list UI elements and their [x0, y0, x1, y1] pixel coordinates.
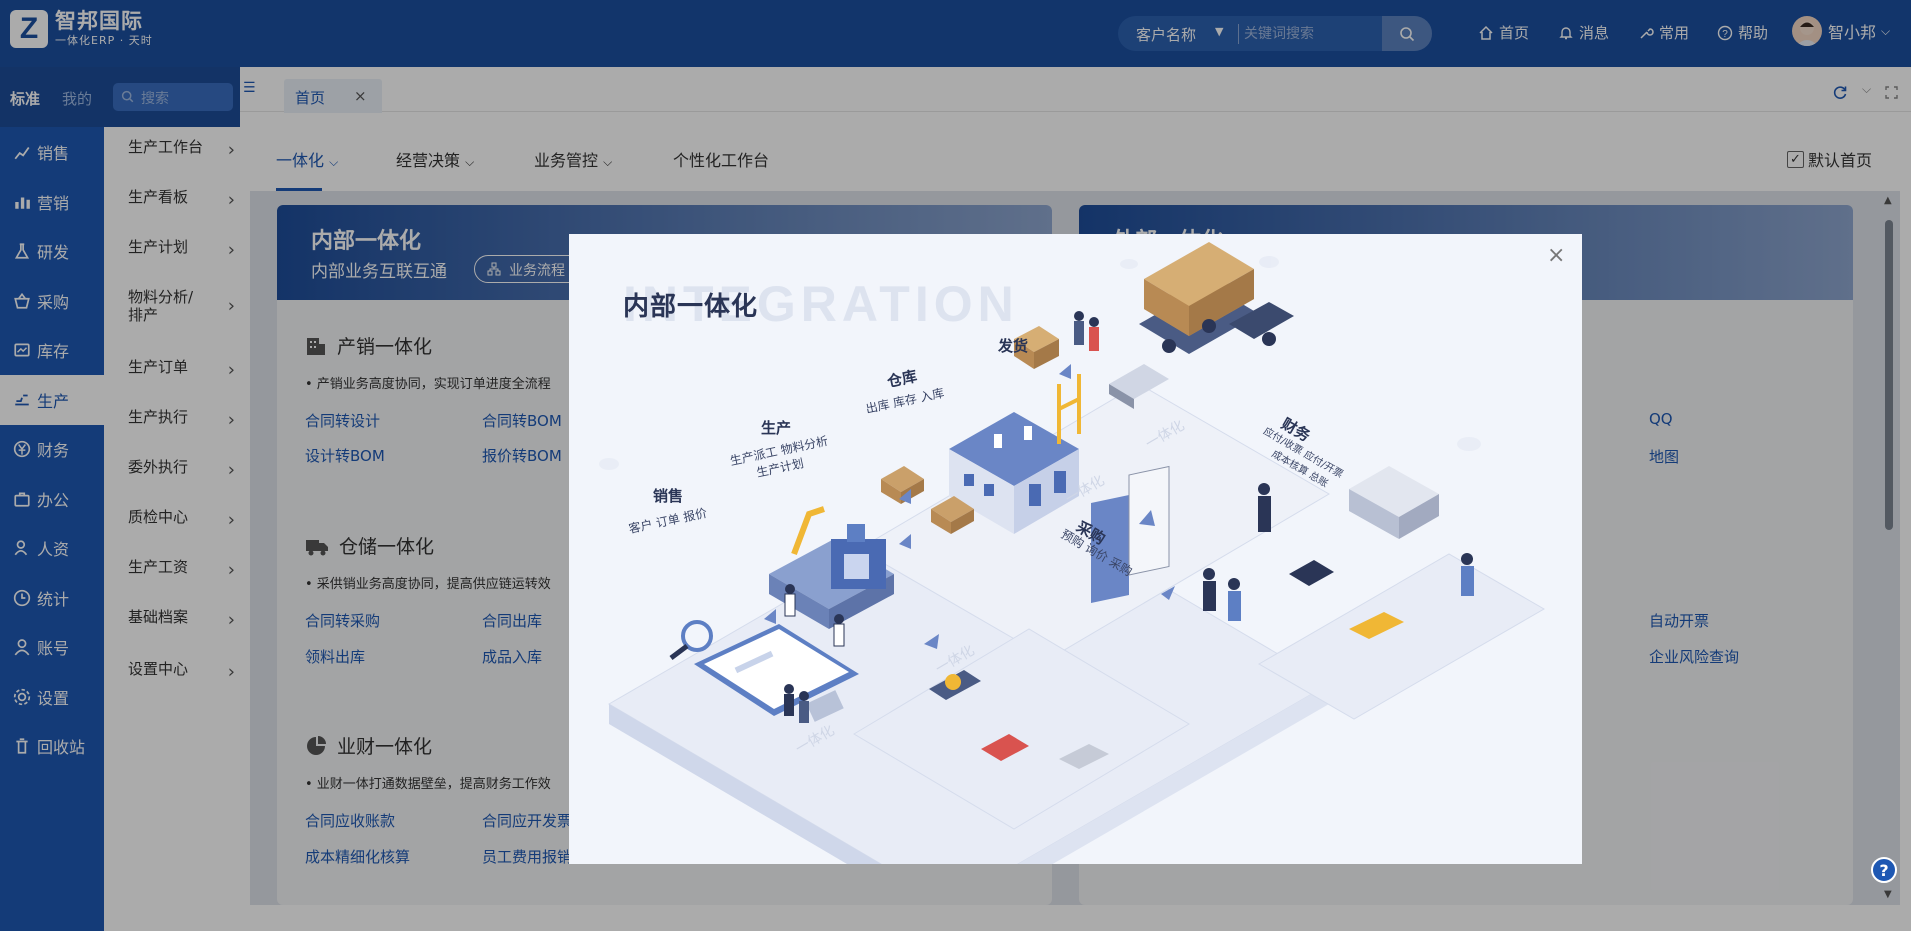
label-sales: 销售 — [653, 487, 684, 505]
help-fab-button[interactable]: ? — [1871, 857, 1897, 883]
integration-modal: INTEGRATION 内部一体化 × 一体化 一体化 一体化 一体化 销售 客… — [569, 234, 1582, 864]
label-production: 生产 — [761, 419, 792, 437]
label-shipping: 发货 — [998, 337, 1029, 355]
